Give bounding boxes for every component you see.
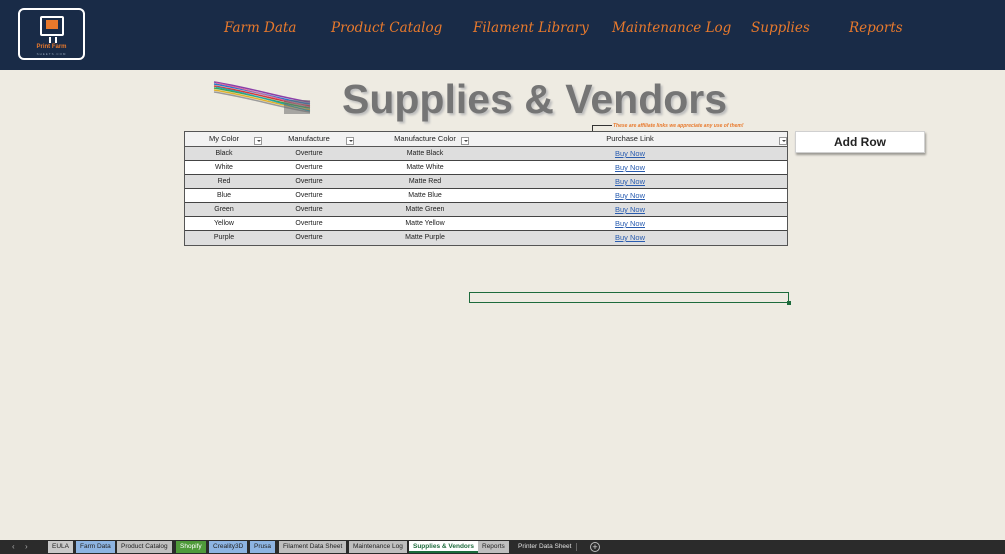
- nav-product-catalog[interactable]: Product Catalog: [331, 20, 442, 36]
- sheet-tab-product-catalog[interactable]: Product Catalog: [117, 541, 172, 553]
- cell-manufacture[interactable]: Overture: [269, 234, 349, 241]
- nav-supplies[interactable]: Supplies: [751, 20, 810, 36]
- sheet-tab-reports[interactable]: Reports: [478, 541, 509, 553]
- sheet-tab-bar: ‹ › EULA Farm Data Product Catalog Shopi…: [0, 540, 1005, 554]
- sheet-tab-prusa[interactable]: Prusa: [250, 541, 275, 553]
- top-navigation-bar: Print Farm SHEETS.COM Farm Data Product …: [0, 0, 1005, 70]
- page-title: Supplies & Vendors: [342, 76, 728, 122]
- table-row: Red Overture Matte Red Buy Now: [185, 175, 787, 189]
- nav-reports[interactable]: Reports: [849, 20, 903, 36]
- add-sheet-icon[interactable]: +: [590, 542, 600, 552]
- table-row: Purple Overture Matte Purple Buy Now: [185, 231, 787, 245]
- buy-now-link[interactable]: Buy Now: [555, 233, 705, 242]
- cell-manufacture[interactable]: Overture: [269, 178, 349, 185]
- affiliate-note: These are affiliate links we appreciate …: [613, 123, 744, 129]
- print-farm-logo[interactable]: Print Farm SHEETS.COM: [18, 8, 85, 60]
- sheet-tab-shopify[interactable]: Shopify: [176, 541, 206, 553]
- sheet-tab-eula[interactable]: EULA: [48, 541, 73, 553]
- cell-manufacture[interactable]: Overture: [269, 150, 349, 157]
- logo-name: Print Farm: [36, 44, 67, 50]
- filter-dropdown-icon[interactable]: [779, 137, 787, 145]
- cell-manufacture[interactable]: Overture: [269, 220, 349, 227]
- logo-subtitle: SHEETS.COM: [36, 52, 67, 56]
- cell-my-color[interactable]: Blue: [185, 192, 263, 199]
- cell-my-color[interactable]: Yellow: [185, 220, 263, 227]
- header-my-color: My Color: [208, 134, 239, 143]
- cell-manufacture-color[interactable]: Matte Red: [365, 178, 485, 185]
- cell-manufacture-color[interactable]: Matte Black: [365, 150, 485, 157]
- buy-now-link[interactable]: Buy Now: [555, 205, 705, 214]
- cell-my-color[interactable]: Purple: [185, 234, 263, 241]
- sheet-tab-supplies-vendors[interactable]: Supplies & Vendors: [409, 541, 479, 553]
- note-connector: [592, 125, 612, 126]
- cell-my-color[interactable]: Green: [185, 206, 263, 213]
- nav-maintenance-log[interactable]: Maintenance Log: [612, 20, 731, 36]
- sheet-tab-printer-data-sheet[interactable]: Printer Data Sheet: [514, 541, 575, 553]
- buy-now-link[interactable]: Buy Now: [555, 191, 705, 200]
- cell-manufacture[interactable]: Overture: [269, 164, 349, 171]
- buy-now-link[interactable]: Buy Now: [555, 219, 705, 228]
- buy-now-link[interactable]: Buy Now: [555, 177, 705, 186]
- scroll-right-icon[interactable]: ›: [25, 542, 28, 551]
- cell-manufacture[interactable]: Overture: [269, 206, 349, 213]
- filament-strands-image: [213, 81, 311, 114]
- header-manufacture: Manufacture: [288, 134, 330, 143]
- nav-farm-data[interactable]: Farm Data: [224, 20, 296, 36]
- buy-now-link[interactable]: Buy Now: [555, 163, 705, 172]
- add-row-button[interactable]: Add Row: [795, 131, 925, 153]
- table-row: Blue Overture Matte Blue Buy Now: [185, 189, 787, 203]
- sheet-tab-maintenance-log[interactable]: Maintenance Log: [349, 541, 407, 553]
- cell-manufacture[interactable]: Overture: [269, 192, 349, 199]
- table-row: Green Overture Matte Green Buy Now: [185, 203, 787, 217]
- cell-manufacture-color[interactable]: Matte Blue: [365, 192, 485, 199]
- header-purchase-link: Purchase Link: [606, 134, 654, 143]
- table-row: Black Overture Matte Black Buy Now: [185, 147, 787, 161]
- cell-my-color[interactable]: White: [185, 164, 263, 171]
- scroll-left-icon[interactable]: ‹: [12, 542, 15, 551]
- filter-dropdown-icon[interactable]: [254, 137, 262, 145]
- table-header: My Color Manufacture Manufacture Color P…: [185, 132, 787, 147]
- tab-separator: [576, 543, 577, 551]
- printer-icon: [40, 16, 64, 36]
- cell-my-color[interactable]: Red: [185, 178, 263, 185]
- cell-manufacture-color[interactable]: Matte Purple: [365, 234, 485, 241]
- printer-stand-icon: [49, 37, 57, 43]
- cell-manufacture-color[interactable]: Matte White: [365, 164, 485, 171]
- table-row: Yellow Overture Matte Yellow Buy Now: [185, 217, 787, 231]
- nav-filament-library[interactable]: Filament Library: [473, 20, 589, 36]
- sheet-tab-creality3d[interactable]: Creality3D: [209, 541, 248, 553]
- cell-manufacture-color[interactable]: Matte Green: [365, 206, 485, 213]
- cell-manufacture-color[interactable]: Matte Yellow: [365, 220, 485, 227]
- filter-dropdown-icon[interactable]: [346, 137, 354, 145]
- filter-dropdown-icon[interactable]: [461, 137, 469, 145]
- cell-my-color[interactable]: Black: [185, 150, 263, 157]
- selected-cell-range[interactable]: [469, 292, 791, 305]
- sheet-tab-filament-data-sheet[interactable]: Filament Data Sheet: [279, 541, 347, 553]
- supplies-table: My Color Manufacture Manufacture Color P…: [184, 131, 788, 246]
- table-row: White Overture Matte White Buy Now: [185, 161, 787, 175]
- buy-now-link[interactable]: Buy Now: [555, 149, 705, 158]
- sheet-tab-farm-data[interactable]: Farm Data: [76, 541, 115, 553]
